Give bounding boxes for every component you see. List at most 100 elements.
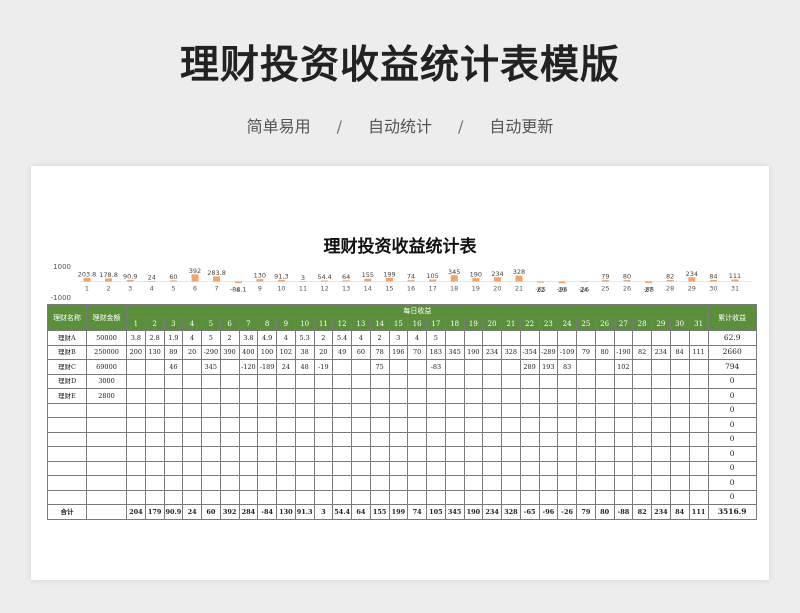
cell-daily-value: 390 [219,344,240,360]
cell-daily-value [538,373,559,389]
cell-daily-value [257,475,277,491]
cell-daily-value [369,460,390,476]
data-label: 3 [301,274,305,282]
cell-daily-value [126,489,146,505]
cell-daily-value [519,489,540,505]
header-day: 29 [651,317,671,331]
x-tick-label: 17 [428,285,436,293]
cell-amount [86,446,127,462]
cell-daily-value: 5.4 [332,330,352,346]
cell-daily-value [463,460,484,476]
data-label: 79 [601,273,609,281]
cell-daily-value [482,431,502,447]
table-row: 0 [47,475,757,491]
data-label: 283.8 [207,269,226,277]
cell-daily-value [163,475,184,491]
cell-daily-value [519,446,540,462]
data-label: 91.3 [274,272,288,280]
cell-daily-value [538,388,559,404]
header-day: 31 [688,317,709,331]
cell-daily-value [463,388,484,404]
cell-daily-value [182,417,202,433]
cell-daily-value [426,373,446,389]
cell-daily-value [501,460,521,476]
cell-daily-value [182,373,202,389]
cell-daily-value [369,489,390,505]
data-label: 111 [729,272,741,280]
cell-daily-value [426,402,446,418]
cell-daily-value [576,460,596,476]
cell-daily-value [126,460,146,476]
cell-daily-value [669,417,690,433]
data-label: 84 [709,272,717,280]
cell-daily-value: 75 [369,359,390,375]
cell-daily-value [651,359,671,375]
cell-daily-value [238,446,259,462]
cell-daily-value [519,330,540,346]
cell-name [47,475,87,491]
cell-daily-value [557,388,577,404]
cell-cumulative: 0 [707,475,757,491]
cell-daily-value [238,475,259,491]
cell-daily-value: 83 [557,359,577,375]
cell-daily-value [444,417,465,433]
cell-daily-value: -109 [557,344,577,360]
cell-amount [86,475,127,491]
bar [537,281,545,283]
cell-total-value: 130 [276,504,296,520]
x-tick-label: 19 [472,285,480,293]
cell-daily-value [388,402,409,418]
cell-daily-value [294,489,315,505]
cell-daily-value [219,373,240,389]
cell-daily-value [276,417,296,433]
cell-daily-value [219,388,240,404]
cell-total-value: -65 [519,504,540,520]
header-day: 25 [576,317,596,331]
data-label: 60 [169,273,177,281]
cell-daily-value [576,431,596,447]
data-label: 190 [470,271,482,279]
cell-total-value: 179 [144,504,165,520]
cell-daily-value: 38 [294,344,315,360]
cell-daily-value [182,402,202,418]
cell-daily-value: 234 [482,344,502,360]
subtitle-item-easy: 简单易用 [246,117,311,136]
cell-name: 理财C [47,359,87,375]
cell-amount [86,460,127,476]
cell-total-value: 328 [501,504,521,520]
cell-daily-value [632,330,652,346]
cell-daily-value [163,460,184,476]
cell-daily-value [669,388,690,404]
cell-daily-value: 400 [238,344,259,360]
cell-daily-value [332,460,352,476]
cell-daily-value [613,388,634,404]
table-row: 0 [47,431,757,447]
x-tick-label: 25 [601,285,609,293]
data-label: 74 [407,273,415,281]
cell-daily-value [351,460,371,476]
data-label: 203.8 [78,270,97,278]
header-day: 9 [276,317,296,331]
cell-daily-value [669,402,690,418]
cell-daily-value [426,388,446,404]
cell-daily-value [332,402,352,418]
cell-daily-value [613,330,634,346]
spreadsheet-preview: 理财投资收益统计表 1000 -1000 203.8 1 178.8 2 90.9 3 24 4 6… [31,166,769,580]
cell-daily-value [144,431,165,447]
cell-daily-value: 20 [313,344,334,360]
cell-daily-value [144,475,165,491]
cell-daily-value [257,417,277,433]
cell-daily-value [444,489,465,505]
cell-name: 理财B [47,344,87,360]
cell-daily-value [219,417,240,433]
cell-daily-value [257,402,277,418]
cell-daily-value [238,388,259,404]
cell-daily-value: 4 [407,330,427,346]
subtitle-separator: / [458,117,464,136]
cell-daily-value [276,460,296,476]
cell-total-value: 234 [651,504,671,520]
cell-daily-value [444,373,465,389]
cell-daily-value [669,373,690,389]
cell-daily-value [238,373,259,389]
header-day: 14 [369,317,390,331]
